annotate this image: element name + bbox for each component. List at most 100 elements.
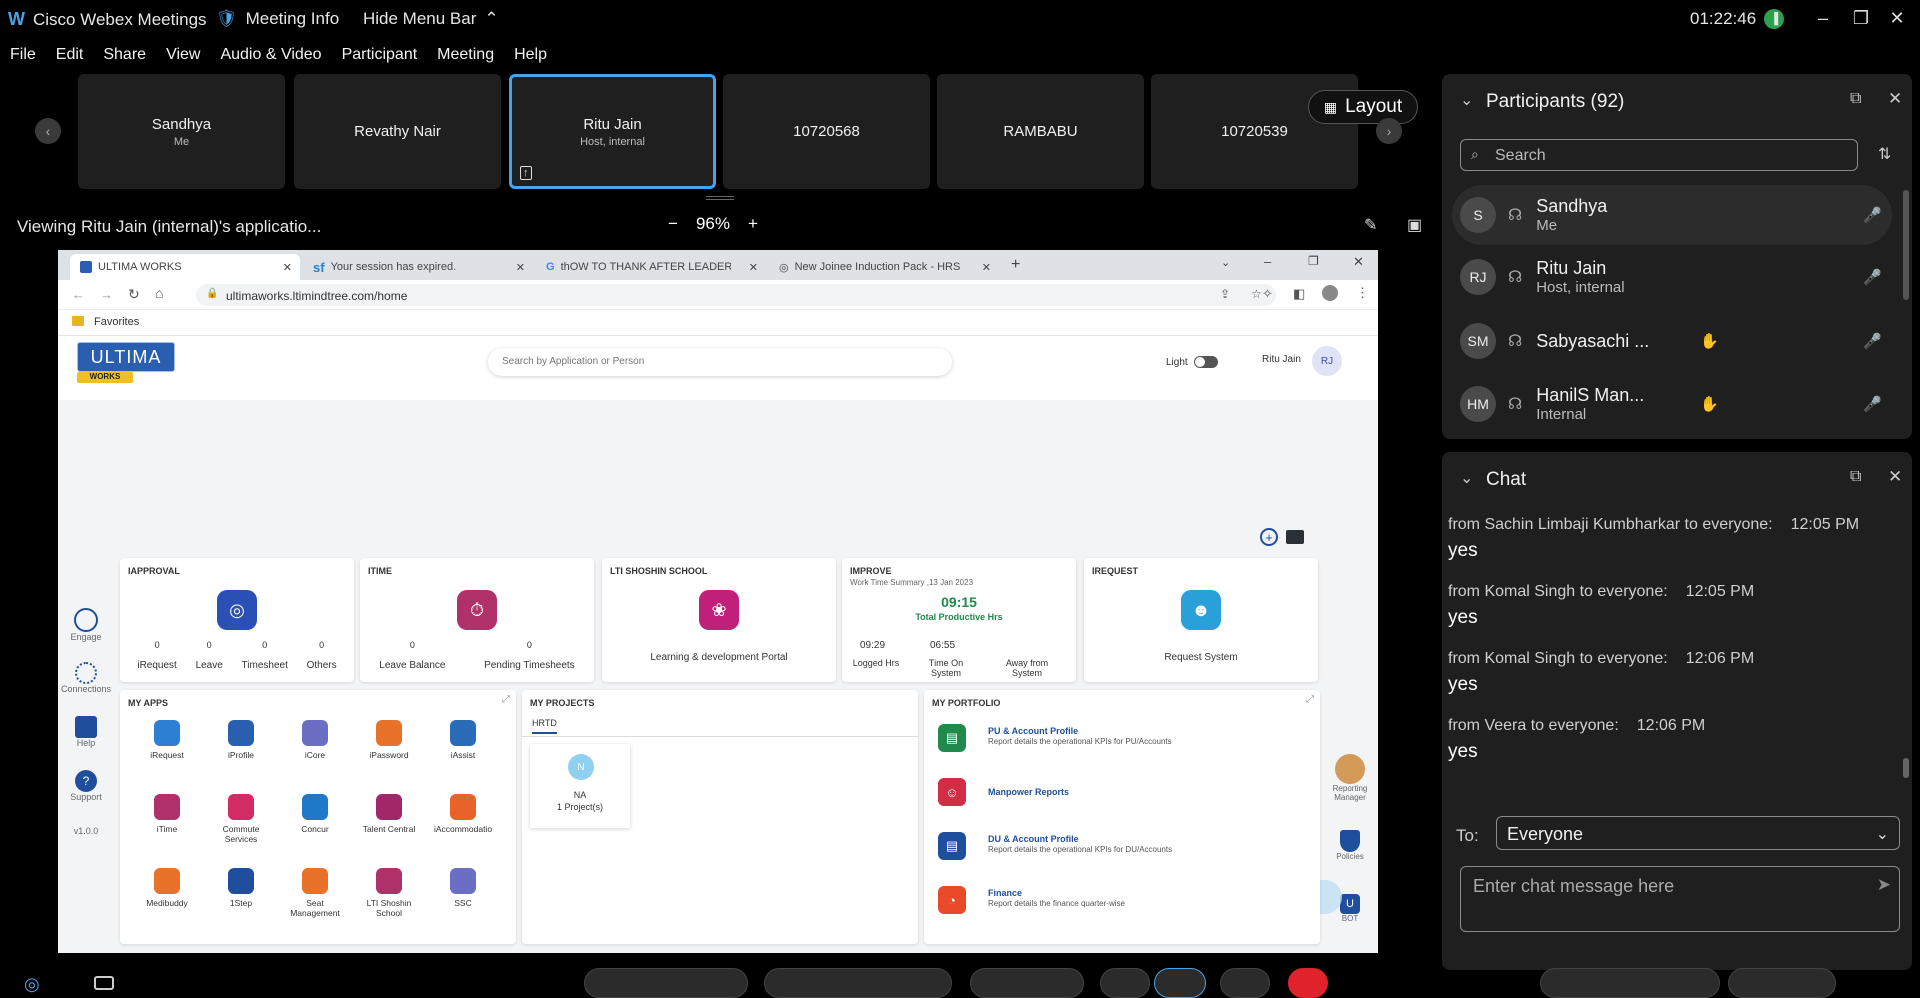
mic-active-icon[interactable]: 🎤: [1863, 268, 1882, 286]
reload-icon[interactable]: ↻: [128, 286, 140, 303]
close-tab-icon[interactable]: ✕: [283, 261, 292, 274]
browser-tab[interactable]: ◎ New Joinee Induction Pack - HRS ✕: [769, 254, 999, 280]
menu-view[interactable]: View: [156, 42, 210, 70]
itime-card[interactable]: ITIME ⏱ 0 Leave Balance 0 Pending Timeshee…: [360, 558, 594, 682]
app-tile[interactable]: iPassword: [356, 720, 422, 760]
app-tile[interactable]: SSC: [430, 868, 496, 908]
apps-button[interactable]: [1154, 968, 1206, 998]
user-avatar[interactable]: RJ: [1312, 346, 1342, 376]
app-tile[interactable]: 1Step: [208, 868, 274, 908]
close-tab-icon[interactable]: ✕: [982, 261, 991, 274]
app-tile[interactable]: iTime: [134, 794, 200, 834]
profile-icon[interactable]: [1322, 285, 1338, 301]
portfolio-item[interactable]: ☺ Manpower Reports: [938, 778, 1308, 812]
network-stats-icon[interactable]: ▐: [1764, 9, 1785, 29]
menu-meeting[interactable]: Meeting: [427, 42, 504, 70]
browser-menu-icon[interactable]: ⋮: [1356, 285, 1369, 301]
nav-help[interactable]: Help: [58, 716, 114, 748]
app-tile[interactable]: Seat Management: [282, 868, 348, 918]
close-tab-icon[interactable]: ✕: [749, 261, 758, 274]
participant-row[interactable]: HM ☊ HanilS Man... Internal ✋ 🎤: [1452, 374, 1892, 434]
video-tile-active[interactable]: Ritu Jain Host, internal ↑: [509, 74, 716, 189]
participant-search-input[interactable]: ⌕ Search: [1460, 139, 1858, 171]
browser-tab[interactable]: ULTIMA WORKS ✕: [70, 254, 300, 280]
count-cell[interactable]: 0 Pending Timesheets: [484, 640, 575, 671]
url-field[interactable]: 🔒 ultimaworks.ltimindtree.com/home ☆ ⇪: [196, 284, 1276, 306]
improve-card[interactable]: IMPROVE Work Time Summary ,13 Jan 2023 0…: [842, 558, 1076, 682]
app-tile[interactable]: Medibuddy: [134, 868, 200, 908]
resize-handle[interactable]: [706, 196, 734, 200]
chat-scrollbar[interactable]: [1903, 758, 1909, 778]
strip-next-icon[interactable]: ›: [1376, 118, 1402, 144]
send-icon[interactable]: ➤: [1877, 875, 1891, 895]
reporting-manager[interactable]: Reporting Manager: [1324, 754, 1376, 802]
popout-icon[interactable]: ⧉: [1850, 468, 1861, 486]
menu-share[interactable]: Share: [93, 42, 156, 70]
participants-toggle-button[interactable]: [1540, 968, 1720, 998]
close-panel-icon[interactable]: ✕: [1888, 89, 1902, 109]
video-button[interactable]: [764, 968, 952, 998]
add-widget-icon[interactable]: +: [1260, 528, 1278, 546]
share-page-icon[interactable]: ⇪: [1220, 287, 1230, 301]
menu-participant[interactable]: Participant: [332, 42, 428, 70]
app-tile[interactable]: iCore: [282, 720, 348, 760]
app-search-input[interactable]: Search by Application or Person: [488, 348, 952, 376]
strip-prev-icon[interactable]: ‹: [35, 118, 61, 144]
zoom-out-icon[interactable]: −: [668, 214, 678, 234]
app-tile[interactable]: iAssist: [430, 720, 496, 760]
nav-engage[interactable]: Engage: [58, 608, 114, 642]
webex-app-icon[interactable]: ◎: [24, 974, 40, 995]
menu-help[interactable]: Help: [504, 42, 557, 70]
menu-audio-video[interactable]: Audio & Video: [210, 42, 331, 70]
menu-edit[interactable]: Edit: [46, 42, 94, 70]
browser-restore-icon[interactable]: ❐: [1308, 254, 1319, 268]
mic-muted-icon[interactable]: 🎤: [1863, 332, 1882, 350]
project-tile[interactable]: N NA 1 Project(s): [530, 744, 630, 828]
tab-hrtd[interactable]: HRTD: [532, 718, 557, 734]
expand-icon[interactable]: ⤢: [502, 694, 510, 705]
back-icon[interactable]: ←: [72, 287, 85, 302]
video-tile[interactable]: Revathy Nair: [294, 74, 501, 189]
mic-muted-icon[interactable]: 🎤: [1863, 395, 1882, 413]
nav-support[interactable]: ? Support: [58, 770, 114, 802]
more-button[interactable]: [1220, 968, 1270, 998]
chat-input[interactable]: Enter chat message here ➤: [1460, 866, 1900, 932]
annotate-icon[interactable]: ✎: [1364, 215, 1377, 235]
shoshin-school-card[interactable]: LTI SHOSHIN SCHOOL ❀ Learning & developm…: [602, 558, 836, 682]
app-tile[interactable]: iAccommodatio: [430, 794, 496, 834]
mute-button[interactable]: [584, 968, 748, 998]
participant-row[interactable]: SM ☊ Sabyasachi ... ✋ 🎤: [1452, 311, 1892, 371]
close-icon[interactable]: ✕: [1874, 4, 1920, 32]
iapproval-card[interactable]: IAPPROVAL ◎ 0 iRequest 0 Leave 0 Timesheet …: [120, 558, 354, 682]
count-cell[interactable]: 0 Timesheet: [242, 640, 288, 671]
video-tile[interactable]: Sandhya Me: [78, 74, 285, 189]
popout-icon[interactable]: ⧉: [1850, 90, 1861, 108]
share-button[interactable]: [970, 968, 1084, 998]
end-call-button[interactable]: [1288, 968, 1328, 998]
close-panel-icon[interactable]: ✕: [1888, 467, 1902, 487]
portfolio-item[interactable]: ▤ DU & Account Profile Report details th…: [938, 832, 1308, 866]
count-cell[interactable]: 0 iRequest: [137, 640, 176, 671]
reactions-button[interactable]: [1100, 968, 1150, 998]
browser-close-icon[interactable]: ✕: [1353, 254, 1364, 270]
sort-icon[interactable]: ⇅: [1878, 144, 1891, 164]
participant-row[interactable]: RJ ☊ Ritu Jain Host, internal 🎤: [1452, 247, 1892, 307]
extensions-icon[interactable]: ✧: [1262, 286, 1273, 302]
count-cell[interactable]: 0 Others: [307, 640, 337, 671]
bookmark-star-icon[interactable]: ☆: [1251, 287, 1262, 301]
count-cell[interactable]: 0 Leave: [196, 640, 223, 671]
favorites-folder[interactable]: Favorites: [94, 316, 139, 328]
zoom-in-icon[interactable]: +: [748, 214, 758, 234]
app-tile[interactable]: iProfile: [208, 720, 274, 760]
mic-muted-icon[interactable]: 🎤: [1863, 206, 1882, 224]
forward-icon[interactable]: →: [100, 287, 113, 302]
cast-icon[interactable]: [1286, 530, 1304, 544]
count-cell[interactable]: 0 Leave Balance: [379, 640, 445, 671]
ultima-logo[interactable]: ULTIMA: [77, 342, 175, 372]
recipient-select[interactable]: Everyone ⌄: [1496, 816, 1900, 850]
chat-toggle-button[interactable]: [1728, 968, 1836, 998]
side-panel-icon[interactable]: ◧: [1293, 286, 1305, 302]
collapse-chevron-icon[interactable]: ⌄: [1460, 468, 1473, 488]
theme-toggle[interactable]: [1194, 356, 1218, 368]
app-tile[interactable]: Commute Services: [208, 794, 274, 844]
